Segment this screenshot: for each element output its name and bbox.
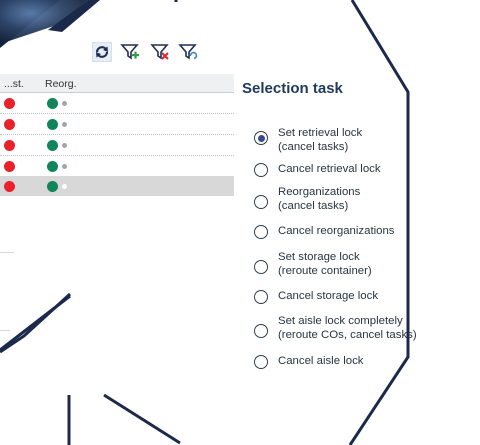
table-row[interactable] [0, 93, 234, 114]
reorg-green-indicator [47, 98, 58, 109]
table-header [0, 74, 234, 92]
status-red-indicator [4, 181, 15, 192]
status-red-indicator [4, 119, 15, 130]
option-label: Cancel storage lock [278, 290, 379, 302]
reorg-green-indicator [47, 161, 58, 172]
option-label: Cancel retrieval lock [278, 163, 381, 175]
secondary-dot [62, 143, 67, 148]
column-header-status: ...st. [4, 78, 24, 90]
radio-button[interactable] [254, 260, 268, 274]
radio-button[interactable] [254, 355, 268, 369]
option-label: Cancel aisle lock [278, 355, 364, 367]
option-label: Set storage lock (reroute container) [278, 251, 372, 277]
panel-divider [0, 330, 10, 331]
filter-remove-icon [150, 44, 169, 60]
status-red-indicator [4, 161, 15, 172]
radio-button[interactable] [254, 290, 268, 304]
radio-button[interactable] [254, 225, 268, 239]
table-row[interactable] [0, 156, 234, 177]
hexagon-top-edge [0, 0, 480, 445]
filter-remove-button[interactable] [150, 42, 170, 62]
table-row-selected[interactable] [0, 176, 234, 196]
filter-add-button[interactable] [120, 42, 140, 62]
radio-button-checked[interactable] [254, 131, 268, 145]
panel-title: Selection task [242, 80, 343, 97]
table-row[interactable] [0, 114, 234, 135]
option-label: Cancel reorganizations [278, 225, 395, 237]
panel-divider [0, 252, 14, 253]
secondary-dot [62, 101, 67, 106]
refresh-icon [91, 41, 113, 63]
table-row[interactable] [0, 135, 234, 156]
status-red-indicator [4, 140, 15, 151]
refresh-button[interactable] [91, 41, 113, 63]
option-label: Reorganizations (cancel tasks) [278, 186, 361, 212]
option-label: Set retrieval lock (cancel tasks) [278, 127, 363, 153]
status-red-indicator [4, 98, 15, 109]
filter-reset-button[interactable] [178, 42, 198, 62]
reorg-green-indicator [47, 119, 58, 130]
radio-button[interactable] [254, 324, 268, 338]
filter-add-icon [120, 44, 139, 60]
secondary-dot [62, 184, 67, 189]
option-label: Set aisle lock completely (reroute COs, … [278, 315, 417, 341]
secondary-dot [62, 164, 67, 169]
column-header-reorg: Reorg. [45, 78, 77, 90]
filter-reset-icon [178, 44, 198, 60]
reorg-green-indicator [47, 140, 58, 151]
reorg-green-indicator [47, 181, 58, 192]
radio-button[interactable] [254, 163, 268, 177]
radio-button[interactable] [254, 195, 268, 209]
secondary-dot [62, 122, 67, 127]
